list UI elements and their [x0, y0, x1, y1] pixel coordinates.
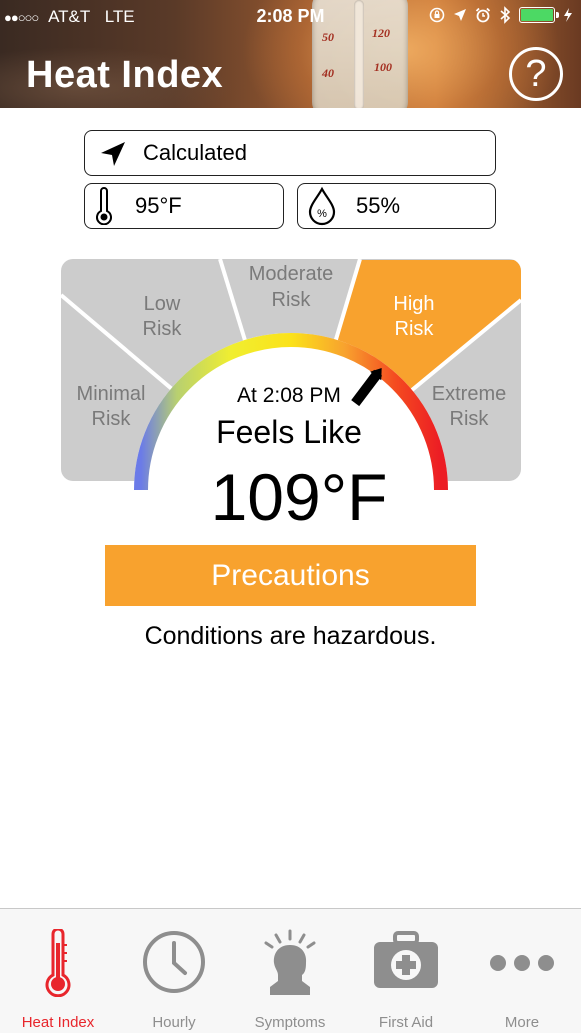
thermometer-icon — [96, 187, 112, 225]
tab-first-aid[interactable]: First Aid — [348, 909, 464, 1033]
tab-label: First Aid — [378, 1014, 434, 1031]
thermometer-icon — [45, 929, 71, 997]
humidity-drop-icon: % — [308, 186, 336, 226]
location-value: Calculated — [143, 140, 247, 165]
more-dots-icon — [490, 955, 554, 971]
page-title: Heat Index — [26, 54, 224, 96]
tab-heat-index[interactable]: Heat Index — [0, 909, 116, 1033]
battery-icon — [519, 7, 559, 23]
bluetooth-icon — [500, 6, 511, 24]
help-button[interactable]: ? — [509, 47, 563, 101]
rotation-lock-icon — [429, 7, 445, 23]
charging-bolt-icon — [564, 8, 572, 22]
precautions-button[interactable]: Precautions — [105, 545, 476, 606]
feels-like-label: Feels Like — [216, 414, 362, 450]
humidity-value: 55% — [356, 193, 401, 218]
reading-time: At 2:08 PM — [237, 384, 341, 407]
first-aid-kit-icon — [374, 931, 438, 988]
alarm-icon — [475, 7, 491, 23]
location-arrow-icon — [454, 9, 466, 21]
tab-label: More — [504, 1014, 540, 1031]
heat-index-gauge: Minimal Risk Low Risk Moderate Risk High Ris… — [61, 259, 521, 540]
conditions-message: Conditions are hazardous. — [144, 622, 437, 650]
humidity-field[interactable]: % 55% — [297, 183, 496, 229]
tab-label: Heat Index — [21, 1014, 95, 1031]
head-icon — [264, 929, 316, 995]
status-bar: ●●○○○ AT&T LTE 2:08 PM — [0, 0, 581, 34]
tab-symptoms[interactable]: Symptoms — [232, 909, 348, 1033]
header: 50 120 40 100 ●●○○○ AT&T LTE 2:08 PM Hea… — [0, 0, 581, 108]
tab-bar: Heat Index Hourly Symptoms First Aid Mor… — [0, 908, 581, 1033]
location-field[interactable]: Calculated — [84, 130, 496, 176]
tab-hourly[interactable]: Hourly — [116, 909, 232, 1033]
clock-icon — [143, 931, 205, 993]
temperature-field[interactable]: 95°F — [84, 183, 284, 229]
temperature-value: 95°F — [135, 193, 182, 218]
svg-text:%: % — [317, 208, 327, 220]
location-arrow-icon — [101, 142, 125, 166]
tab-more[interactable]: More — [464, 909, 580, 1033]
tab-label: Symptoms — [254, 1014, 326, 1031]
tab-label: Hourly — [152, 1014, 196, 1031]
feels-like-value: 109°F — [211, 460, 388, 534]
